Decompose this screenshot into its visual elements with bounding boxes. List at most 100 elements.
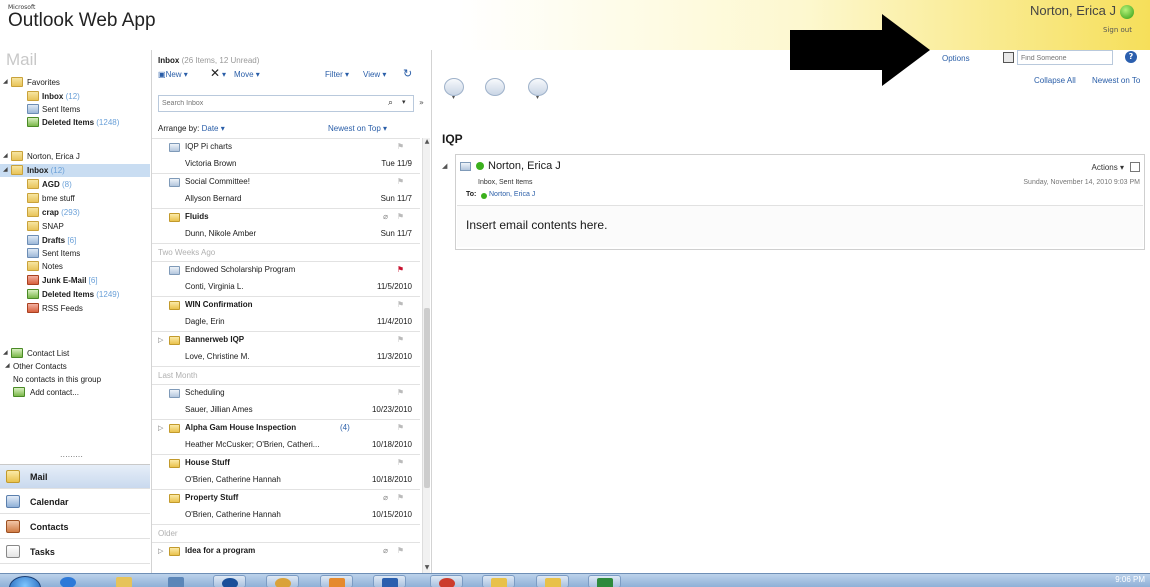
- options-link[interactable]: Options: [942, 54, 970, 63]
- start-button[interactable]: [9, 576, 41, 587]
- nav-folder-notes[interactable]: Notes: [0, 260, 150, 273]
- expand-thread-icon[interactable]: ▷: [158, 424, 163, 432]
- expand-thread-icon[interactable]: ▷: [158, 547, 163, 555]
- filter-button[interactable]: Filter ▾: [325, 70, 349, 79]
- nav-tasks-button[interactable]: Tasks: [0, 540, 150, 564]
- message-row[interactable]: Scheduling ⚑ Sauer, Jillian Ames 10/23/2…: [152, 384, 420, 419]
- scroll-thumb[interactable]: [424, 308, 430, 488]
- flag-icon[interactable]: ⚑: [397, 265, 404, 274]
- search-icon[interactable]: ⌕: [388, 98, 393, 108]
- nav-folder-sent[interactable]: Sent Items: [0, 247, 150, 260]
- nav-calendar-button[interactable]: Calendar: [0, 490, 150, 514]
- nav-folder-bme[interactable]: bme stuff: [0, 192, 150, 205]
- new-button[interactable]: ▣New ▾: [158, 70, 188, 79]
- taskbar-ie-button[interactable]: [52, 575, 85, 587]
- nav-folder-rss[interactable]: RSS Feeds: [0, 302, 150, 315]
- flag-icon[interactable]: ⚑: [397, 388, 404, 397]
- pane-resize-handle[interactable]: .........: [60, 450, 83, 459]
- expand-thread-icon[interactable]: ▷: [158, 336, 163, 344]
- nav-mail-button[interactable]: Mail: [0, 465, 150, 489]
- help-icon[interactable]: ?: [1125, 51, 1137, 63]
- actions-menu[interactable]: Actions ▾: [1092, 163, 1124, 172]
- delete-icon[interactable]: ✕: [210, 66, 220, 80]
- taskbar-globe-button[interactable]: [266, 575, 299, 587]
- message-row[interactable]: WIN Confirmation ⚑ Dagle, Erin 11/4/2010: [152, 296, 420, 331]
- search-options-icon[interactable]: ▾: [402, 98, 406, 106]
- nav-folder-agd[interactable]: AGD (8): [0, 178, 150, 191]
- nav-other-contacts[interactable]: ◢ Other Contacts: [0, 360, 150, 373]
- taskbar-explorer-button[interactable]: [108, 575, 141, 587]
- nav-folder-junk[interactable]: Junk E-Mail [6]: [0, 274, 150, 287]
- find-someone-input[interactable]: [1021, 53, 1109, 63]
- add-contact-link[interactable]: Add contact...: [0, 386, 150, 399]
- flag-icon[interactable]: ⚑: [397, 493, 404, 502]
- presence-icon[interactable]: [476, 162, 484, 170]
- user-name[interactable]: Norton, Erica J: [1030, 3, 1116, 18]
- popout-icon[interactable]: [1130, 162, 1140, 172]
- reply-dropdown-icon[interactable]: ▾: [452, 94, 455, 101]
- presence-icon[interactable]: [1120, 5, 1134, 19]
- message-row[interactable]: Social Committee! ⚑ Allyson Bernard Sun …: [152, 173, 420, 208]
- search-input[interactable]: [162, 98, 362, 109]
- scroll-down-icon[interactable]: ▼: [423, 564, 431, 573]
- message-row[interactable]: ▷ Bannerweb IQP ⚑ Love, Christine M. 11/…: [152, 331, 420, 366]
- message-row[interactable]: Property Stuff ⌀ ⚑ O'Brien, Catherine Ha…: [152, 489, 420, 524]
- flag-icon[interactable]: ⚑: [397, 212, 404, 221]
- collapse-icon[interactable]: ◢: [3, 164, 8, 177]
- nav-mailbox[interactable]: ◢ Norton, Erica J: [0, 150, 150, 163]
- collapse-all-link[interactable]: Collapse All: [1034, 76, 1076, 85]
- message-row[interactable]: IQP Pi charts ⚑ Victoria Brown Tue 11/9: [152, 138, 420, 173]
- nav-folder-drafts[interactable]: Drafts [6]: [0, 234, 150, 247]
- taskbar-hp-button[interactable]: [213, 575, 246, 587]
- reply-all-icon[interactable]: [485, 78, 505, 96]
- conversation-sort-link[interactable]: Newest on To: [1092, 76, 1140, 85]
- nav-favorite-inbox[interactable]: Inbox (12): [0, 90, 150, 103]
- nav-contacts-button[interactable]: Contacts: [0, 515, 150, 539]
- taskbar-excel-button[interactable]: [588, 575, 621, 587]
- nav-folder-deleted[interactable]: Deleted Items (1249): [0, 288, 150, 301]
- recipient-link[interactable]: Norton, Erica J: [489, 191, 535, 198]
- nav-folder-crap[interactable]: crap (293): [0, 206, 150, 219]
- nav-favorite-sent[interactable]: Sent Items: [0, 103, 150, 116]
- scroll-up-icon[interactable]: ▲: [423, 138, 431, 147]
- nav-favorites[interactable]: ◢ Favorites: [0, 76, 150, 89]
- flag-icon[interactable]: ⚑: [397, 300, 404, 309]
- taskbar-media-button[interactable]: [160, 575, 193, 587]
- sign-out-link[interactable]: Sign out: [1103, 26, 1132, 34]
- message-row[interactable]: ▷ Alpha Gam House Inspection (4) ⚑ Heath…: [152, 419, 420, 454]
- refresh-icon[interactable]: ↻: [403, 67, 412, 80]
- taskbar-word-button[interactable]: [373, 575, 406, 587]
- move-button[interactable]: Move ▾: [234, 70, 260, 79]
- message-row[interactable]: Endowed Scholarship Program ⚑ Conti, Vir…: [152, 261, 420, 296]
- view-button[interactable]: View ▾: [363, 70, 386, 79]
- nav-favorite-deleted[interactable]: Deleted Items (1248): [0, 116, 150, 129]
- taskbar-onenote-button[interactable]: [320, 575, 353, 587]
- collapse-icon[interactable]: ◢: [3, 150, 8, 163]
- message-row[interactable]: Fluids ⌀ ⚑ Dunn, Nikole Amber Sun 11/7: [152, 208, 420, 243]
- message-sender[interactable]: Norton, Erica J: [488, 160, 561, 172]
- delete-dropdown-icon[interactable]: ▾: [222, 70, 226, 79]
- flag-icon[interactable]: ⚑: [397, 423, 404, 432]
- collapse-icon[interactable]: ◢: [5, 360, 10, 373]
- sort-order-dropdown[interactable]: Newest on Top ▾: [328, 124, 387, 133]
- flag-icon[interactable]: ⚑: [397, 142, 404, 151]
- message-list-scrollbar[interactable]: ▲ ▼: [422, 138, 430, 573]
- system-clock[interactable]: 9:06 PM: [1085, 575, 1145, 587]
- nav-folder-inbox[interactable]: ◢ Inbox (12): [0, 164, 150, 177]
- flag-icon[interactable]: ⚑: [397, 458, 404, 467]
- message-row[interactable]: House Stuff ⚑ O'Brien, Catherine Hannah …: [152, 454, 420, 489]
- taskbar-window-button[interactable]: [482, 575, 515, 587]
- flag-icon[interactable]: ⚑: [397, 177, 404, 186]
- collapse-icon[interactable]: ◢: [3, 76, 8, 89]
- taskbar-window-button[interactable]: [536, 575, 569, 587]
- message-row[interactable]: ▷ Idea for a program ⌀ ⚑: [152, 542, 420, 573]
- collapse-message-icon[interactable]: ◢: [442, 162, 447, 170]
- taskbar-chrome-button[interactable]: [430, 575, 463, 587]
- nav-folder-snap[interactable]: SNAP: [0, 220, 150, 233]
- flag-icon[interactable]: ⚑: [397, 546, 404, 555]
- nav-contact-list[interactable]: ◢ Contact List: [0, 347, 150, 360]
- arrange-dropdown[interactable]: Date ▾: [202, 124, 225, 133]
- flag-icon[interactable]: ⚑: [397, 335, 404, 344]
- forward-dropdown-icon[interactable]: ▾: [536, 94, 539, 101]
- address-book-icon[interactable]: [1003, 52, 1014, 63]
